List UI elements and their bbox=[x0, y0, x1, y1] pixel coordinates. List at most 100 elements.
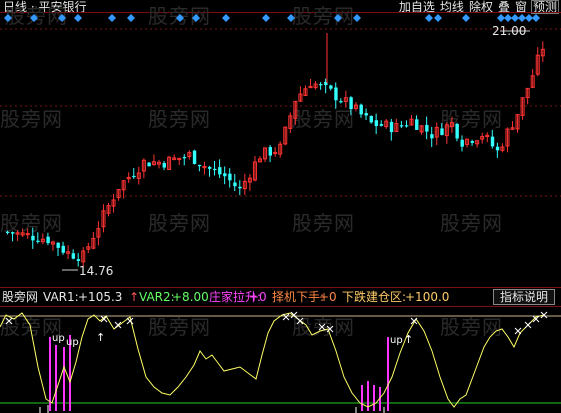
diamond-marker bbox=[4, 14, 12, 22]
signal-bars bbox=[39, 335, 389, 413]
candle-body bbox=[379, 124, 384, 126]
candle-body bbox=[11, 232, 15, 234]
up-arrow-icon: ↑ bbox=[129, 290, 140, 304]
candle-body bbox=[399, 125, 404, 127]
signal-up-label: up bbox=[66, 337, 79, 348]
candle-body bbox=[56, 242, 60, 248]
high-price-label: 21.00 bbox=[492, 24, 526, 38]
candle-body bbox=[369, 116, 373, 123]
candle-body bbox=[364, 113, 368, 116]
candle-body bbox=[208, 166, 212, 169]
diamond-marker bbox=[497, 14, 505, 22]
candle-body bbox=[147, 162, 151, 167]
var2-label: VAR2: bbox=[139, 290, 175, 304]
diamond-marker bbox=[353, 14, 361, 22]
stock-chart-window: { "header": { "title": "日线 · 平安银行", "too… bbox=[0, 0, 561, 413]
up-arrow-icon: ↑ bbox=[404, 333, 413, 346]
candle-body bbox=[349, 97, 353, 110]
diamond-marker bbox=[108, 14, 116, 22]
candle-body bbox=[359, 104, 363, 115]
buy-timing-label: 择机下手: bbox=[272, 290, 325, 304]
signal-up-label: up bbox=[52, 333, 65, 344]
diamond-marker bbox=[425, 14, 433, 22]
candle-body bbox=[455, 123, 459, 139]
cross-marker bbox=[296, 317, 304, 325]
diamond-marker bbox=[532, 14, 540, 22]
candle-body bbox=[329, 85, 333, 89]
candle-body bbox=[61, 245, 65, 253]
indicator-name: 股旁网 bbox=[2, 290, 39, 304]
candle-body bbox=[319, 84, 323, 86]
candle-body bbox=[228, 173, 232, 181]
signal-labels: up up up↑ ↑ bbox=[52, 331, 413, 348]
cross-marker bbox=[540, 311, 548, 319]
diamond-marker bbox=[525, 14, 533, 22]
indicator-line bbox=[0, 312, 545, 408]
up-arrow-icon: ↑ bbox=[96, 331, 105, 344]
indicator-help-button[interactable]: 指标说明 bbox=[492, 289, 555, 305]
candle-body bbox=[132, 175, 136, 178]
diamond-marker bbox=[511, 14, 519, 22]
cross-marker bbox=[318, 323, 326, 331]
candle-body bbox=[36, 240, 40, 242]
diamond-marker bbox=[287, 14, 295, 22]
candle-body bbox=[218, 167, 222, 175]
buy-timing-value: +0 bbox=[319, 290, 337, 304]
candle-body bbox=[213, 168, 217, 171]
candle-body bbox=[46, 236, 50, 244]
diamond-marker bbox=[127, 14, 135, 22]
candle-body bbox=[495, 146, 500, 151]
candles bbox=[6, 33, 545, 267]
candle-body bbox=[490, 136, 495, 147]
diamond-marker bbox=[262, 14, 270, 22]
candle-body bbox=[182, 157, 187, 159]
pull-up-value: +0 bbox=[249, 290, 267, 304]
candle-body bbox=[268, 147, 272, 156]
diamond-marker bbox=[504, 14, 512, 22]
diamond-marker bbox=[518, 14, 526, 22]
indicator-bar: 股旁网 VAR1: +105.3 ↑ VAR2: +8.00 庄家拉升: +0 … bbox=[0, 287, 561, 307]
candle-body bbox=[460, 139, 464, 147]
candle-body bbox=[192, 150, 197, 164]
diamond-marker bbox=[192, 14, 200, 22]
candle-body bbox=[440, 128, 444, 135]
candle-body bbox=[31, 235, 35, 241]
diamond-marker bbox=[58, 14, 66, 22]
candlestick-chart[interactable]: 21.00 14.76 bbox=[0, 13, 561, 287]
cross-marker bbox=[514, 327, 522, 335]
candle-body bbox=[470, 141, 474, 143]
var1-label: VAR1: bbox=[43, 290, 79, 304]
var2-value: +8.00 bbox=[172, 290, 209, 304]
candle-body bbox=[6, 231, 10, 233]
diamond-marker bbox=[434, 14, 442, 22]
cross-marker bbox=[282, 313, 290, 321]
candle-body bbox=[334, 87, 338, 101]
signal-markers bbox=[4, 14, 540, 22]
candle-body bbox=[415, 119, 419, 130]
build-zone-label: 下跌建仓区: bbox=[342, 290, 407, 304]
indicator-chart[interactable]: up up up↑ ↑ bbox=[0, 307, 561, 413]
candle-body bbox=[71, 253, 76, 259]
candle-body bbox=[197, 164, 202, 167]
candle-body bbox=[339, 101, 343, 103]
diamond-marker bbox=[462, 14, 470, 22]
candle-body bbox=[223, 173, 227, 177]
diamond-marker bbox=[30, 14, 38, 22]
diamond-marker bbox=[176, 14, 184, 22]
diamond-marker bbox=[334, 14, 342, 22]
diamond-marker bbox=[222, 14, 230, 22]
candle-body bbox=[389, 121, 394, 133]
candle-body bbox=[162, 163, 166, 168]
build-zone-value: +100.0 bbox=[405, 290, 450, 304]
candle-body bbox=[404, 125, 409, 127]
var1-value: +105.3 bbox=[78, 290, 123, 304]
signal-up-label: up bbox=[390, 335, 403, 346]
low-price-label: 14.76 bbox=[79, 264, 113, 278]
cross-marker bbox=[524, 321, 532, 329]
candle-body bbox=[374, 120, 379, 126]
candle-body bbox=[425, 124, 429, 132]
cross-marker bbox=[5, 317, 13, 325]
candle-body bbox=[430, 134, 434, 139]
candle-body bbox=[76, 259, 81, 261]
diamond-marker bbox=[74, 14, 82, 22]
